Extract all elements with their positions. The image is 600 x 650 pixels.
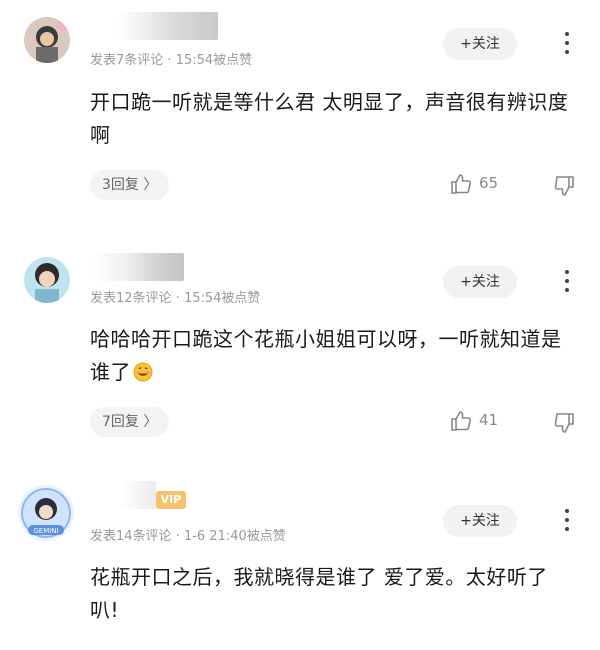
follow-button[interactable]: +关注 [443, 266, 517, 298]
thumbs-up-icon [451, 174, 472, 194]
like-button[interactable]: 41 [449, 409, 509, 433]
vip-badge: VIP [156, 491, 186, 509]
thumbs-down-icon [554, 413, 574, 433]
avatar[interactable] [24, 257, 70, 303]
comment-meta: 发表12条评论 · 15:54被点赞 [90, 291, 261, 306]
follow-button[interactable]: +关注 [443, 505, 517, 537]
comment-item: GEMINI VIP 发表14条评论 · 1-6 21:40被点赞 +关注 花瓶… [0, 465, 600, 650]
dislike-button[interactable] [553, 174, 577, 198]
more-vertical-icon[interactable] [557, 266, 577, 296]
more-vertical-icon[interactable] [557, 505, 577, 535]
thumbs-down-icon [554, 176, 574, 196]
comment-text: 哈哈哈开口跪这个花瓶小姐姐可以呀，一听就知道是谁了 [90, 323, 570, 389]
username-blurred[interactable] [92, 253, 184, 281]
username-blurred[interactable] [120, 481, 156, 509]
comment-text-content: 哈哈哈开口跪这个花瓶小姐姐可以呀，一听就知道是谁了 [90, 327, 562, 384]
avatar-badge: GEMINI [33, 527, 58, 535]
username-blurred[interactable] [118, 12, 218, 40]
thumbs-up-icon [451, 411, 472, 431]
follow-button[interactable]: +关注 [443, 28, 517, 60]
comment-text: 开口跪一听就是等什么君 太明显了，声音很有辨识度啊 [90, 90, 569, 147]
avatar[interactable]: GEMINI [18, 485, 74, 541]
comment-meta: 发表14条评论 · 1-6 21:40被点赞 [90, 529, 286, 544]
smiling-face-icon [133, 359, 153, 382]
comment-text: 花瓶开口之后，我就晓得是谁了 爱了爱。太好听了叭! [90, 565, 548, 622]
like-count: 65 [479, 174, 499, 192]
reply-count-button[interactable]: 3回复 〉 [90, 170, 170, 200]
comment-item: 发表12条评论 · 15:54被点赞 +关注 哈哈哈开口跪这个花瓶小姐姐可以呀，… [0, 235, 600, 445]
more-vertical-icon[interactable] [557, 28, 577, 58]
comment-item: 发表7条评论 · 15:54被点赞 +关注 开口跪一听就是等什么君 太明显了，声… [0, 0, 600, 215]
dislike-button[interactable] [553, 411, 577, 435]
comment-meta: 发表7条评论 · 15:54被点赞 [90, 53, 253, 68]
reply-count-button[interactable]: 7回复 〉 [90, 407, 170, 437]
like-count: 41 [479, 411, 499, 429]
avatar[interactable] [24, 17, 70, 63]
like-button[interactable]: 65 [449, 172, 509, 196]
